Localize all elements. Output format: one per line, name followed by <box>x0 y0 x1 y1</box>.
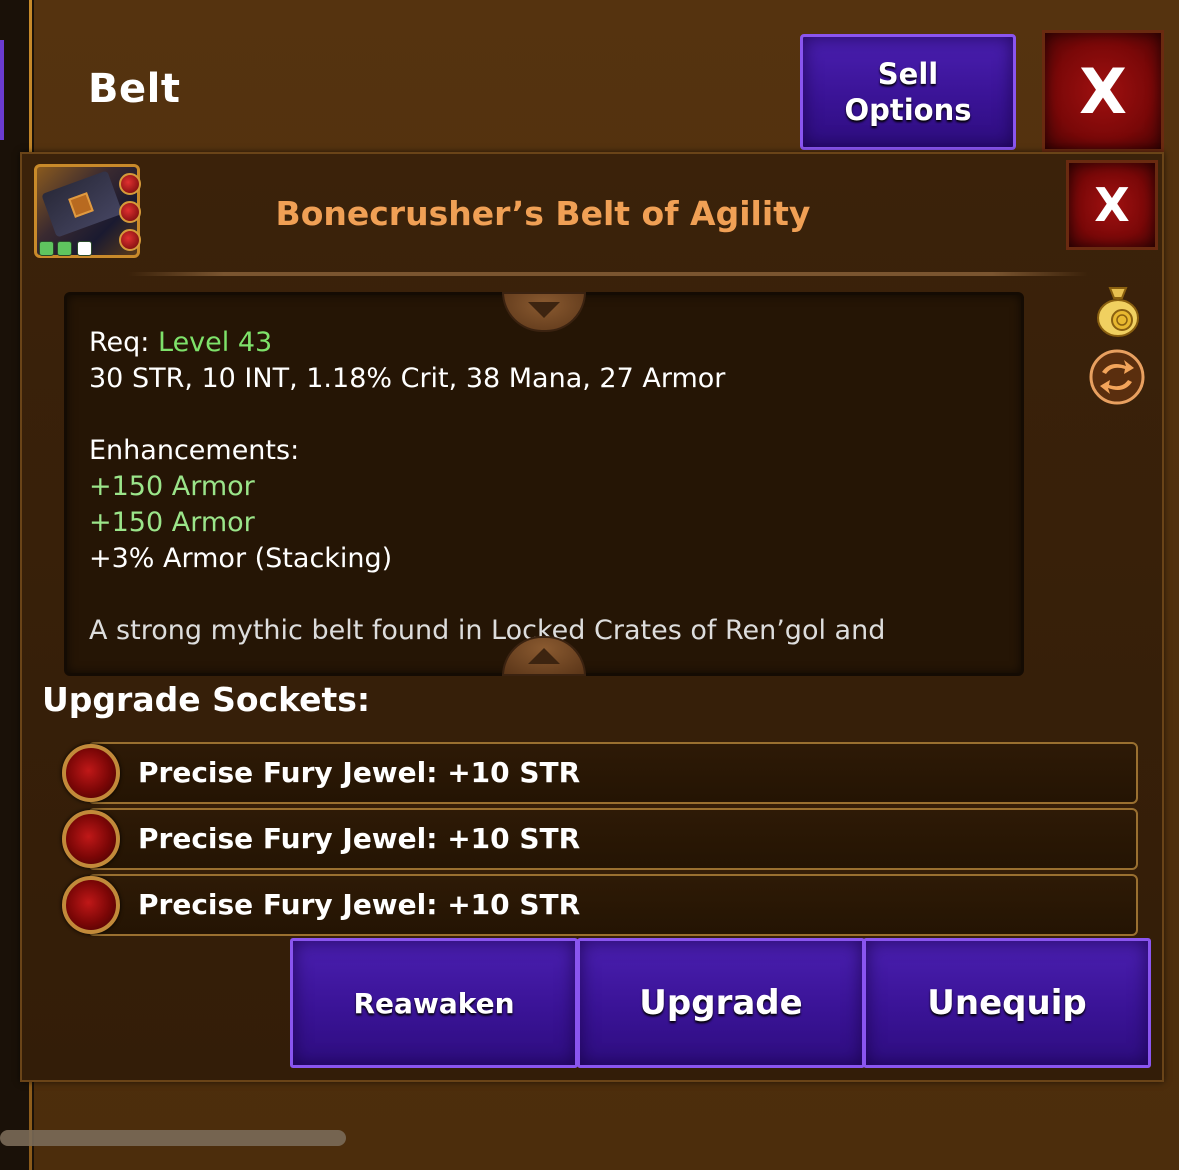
requirement-label: Req: <box>89 327 150 358</box>
item-name: Bonecrusher’s Belt of Agility <box>275 194 811 233</box>
socket-indicator-icon <box>119 229 141 251</box>
close-screen-button[interactable]: X <box>1042 30 1164 152</box>
left-tab-accent <box>0 40 4 140</box>
enhancement-line: +3% Armor (Stacking) <box>89 543 393 574</box>
socket-label: Precise Fury Jewel: +10 STR <box>138 756 581 789</box>
reawaken-label: Reawaken <box>353 986 515 1020</box>
horizontal-scrollbar[interactable] <box>0 1130 346 1146</box>
socket-row[interactable]: Precise Fury Jewel: +10 STR <box>88 874 1138 936</box>
rarity-pip <box>39 241 54 256</box>
red-jewel-icon[interactable] <box>62 810 120 868</box>
item-description-text: Req: Level 43 30 STR, 10 INT, 1.18% Crit… <box>89 325 1009 649</box>
belt-item-icon[interactable] <box>34 164 141 258</box>
socket-row[interactable]: Precise Fury Jewel: +10 STR <box>88 742 1138 804</box>
upgrade-sockets-title: Upgrade Sockets: <box>42 680 371 719</box>
close-dialog-button[interactable]: X <box>1066 160 1158 250</box>
enhancement-line: +150 Armor <box>89 471 255 502</box>
rarity-pip <box>57 241 72 256</box>
requirement-level: Level 43 <box>158 327 273 358</box>
upgrade-label: Upgrade <box>639 983 803 1023</box>
close-icon: X <box>1079 54 1127 128</box>
sell-options-label-line1: Sell <box>877 57 939 91</box>
chevron-up-icon <box>528 648 560 664</box>
socket-indicator-icon <box>119 173 141 195</box>
upgrade-button[interactable]: Upgrade <box>577 938 865 1068</box>
socket-row[interactable]: Precise Fury Jewel: +10 STR <box>88 808 1138 870</box>
sell-options-button[interactable]: Sell Options <box>800 34 1016 150</box>
coin-bag-icon[interactable] <box>1094 282 1142 338</box>
item-description-box[interactable]: Req: Level 43 30 STR, 10 INT, 1.18% Crit… <box>64 292 1024 676</box>
socket-label: Precise Fury Jewel: +10 STR <box>138 822 581 855</box>
chevron-down-icon <box>528 302 560 318</box>
swap-arrows-icon[interactable] <box>1088 348 1146 406</box>
sell-options-label-line2: Options <box>844 93 972 127</box>
stats-line: 30 STR, 10 INT, 1.18% Crit, 38 Mana, 27 … <box>89 363 726 394</box>
close-icon: X <box>1094 178 1130 232</box>
red-jewel-icon[interactable] <box>62 876 120 934</box>
socket-label: Precise Fury Jewel: +10 STR <box>138 888 581 921</box>
reawaken-button[interactable]: Reawaken <box>290 938 578 1068</box>
page-title: Belt <box>88 66 181 112</box>
rarity-pip <box>77 241 92 256</box>
unequip-label: Unequip <box>927 983 1087 1023</box>
unequip-button[interactable]: Unequip <box>863 938 1151 1068</box>
title-divider <box>128 272 1088 276</box>
enhancements-title: Enhancements: <box>89 435 300 466</box>
enhancement-line: +150 Armor <box>89 507 255 538</box>
red-jewel-icon[interactable] <box>62 744 120 802</box>
socket-indicator-icon <box>119 201 141 223</box>
